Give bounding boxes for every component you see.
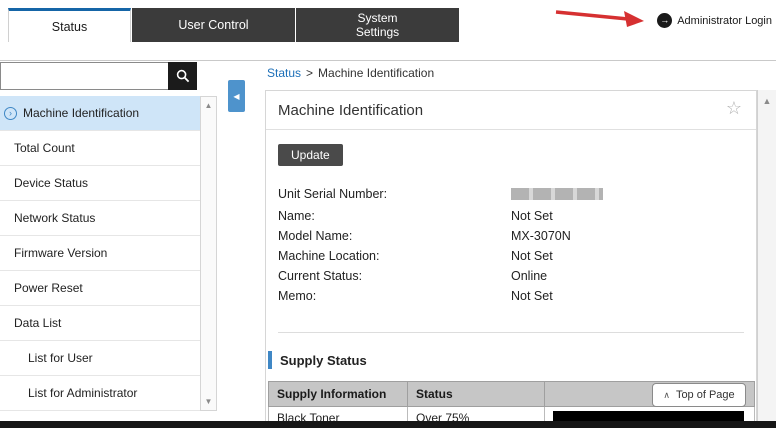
sidebar-item-label: Data List — [14, 316, 61, 330]
tab-status-label: Status — [52, 20, 87, 34]
login-icon: → — [657, 13, 672, 28]
sidebar-item-label: Total Count — [14, 141, 75, 155]
sidebar-item-firmware-version[interactable]: Firmware Version — [0, 236, 200, 271]
field-label: Machine Location: — [278, 246, 511, 266]
sidebar-item-power-reset[interactable]: Power Reset — [0, 271, 200, 306]
field-row: Name: Not Set — [278, 206, 744, 226]
sidebar-item-label: Firmware Version — [14, 246, 107, 260]
main-scrollbar[interactable]: ▲ — [757, 90, 776, 428]
sidebar-item-label: Network Status — [14, 211, 95, 225]
collapse-icon: ◀ — [233, 92, 239, 101]
admin-login-label: Administrator Login — [677, 15, 772, 27]
sidebar-item-device-status[interactable]: Device Status — [0, 166, 200, 201]
tab-user-control[interactable]: User Control — [132, 8, 295, 42]
sidebar-item-label: Device Status — [14, 176, 88, 190]
blue-accent-bar — [268, 351, 272, 369]
page-title: Machine Identification — [278, 102, 423, 119]
breadcrumb-status-link[interactable]: Status — [267, 66, 301, 80]
field-value: Online — [511, 266, 744, 286]
scroll-up-icon[interactable]: ▲ — [758, 96, 776, 106]
field-label: Memo: — [278, 286, 511, 306]
field-label: Current Status: — [278, 266, 511, 286]
machine-info-fields: Unit Serial Number: Name: Not Set Model … — [266, 176, 756, 306]
sidebar-menu: › Machine Identification Total Count Dev… — [0, 96, 200, 411]
bottom-black-bar — [0, 421, 776, 428]
tab-status[interactable]: Status — [8, 8, 131, 42]
breadcrumb: Status > Machine Identification — [267, 66, 434, 80]
sidebar-item-machine-identification[interactable]: › Machine Identification — [0, 96, 200, 131]
sidebar-item-data-list[interactable]: Data List — [0, 306, 200, 341]
supply-status-header: Supply Status — [268, 351, 756, 369]
search-button[interactable] — [168, 62, 197, 90]
search-input[interactable] — [0, 62, 169, 90]
column-header-status: Status — [408, 382, 545, 407]
app-window: Status User Control System Settings → Ad… — [0, 0, 776, 428]
sidebar-item-label: Machine Identification — [23, 106, 139, 120]
sidebar-item-label: List for Administrator — [28, 386, 137, 400]
sidebar-collapse-handle[interactable]: ◀ — [228, 80, 245, 112]
field-row: Model Name: MX-3070N — [278, 226, 744, 246]
field-value: Not Set — [511, 286, 744, 306]
field-label: Name: — [278, 206, 511, 226]
sidebar-item-list-for-administrator[interactable]: List for Administrator — [0, 376, 200, 411]
favorite-star-icon[interactable]: ☆ — [726, 98, 742, 119]
sidebar-item-total-count[interactable]: Total Count — [0, 131, 200, 166]
field-row: Unit Serial Number: — [278, 184, 744, 206]
panel-header: Machine Identification ☆ — [266, 91, 756, 130]
field-value: Not Set — [511, 246, 744, 266]
tab-user-control-label: User Control — [178, 18, 248, 32]
top-of-page-label: Top of Page — [676, 389, 735, 401]
header-divider — [0, 60, 776, 61]
chevron-up-icon: ∧ — [663, 390, 670, 401]
breadcrumb-separator: > — [306, 66, 313, 80]
field-label: Model Name: — [278, 226, 511, 246]
sidebar-item-label: Power Reset — [14, 281, 83, 295]
search-bar — [0, 62, 197, 90]
field-row: Memo: Not Set — [278, 286, 744, 306]
scroll-up-icon[interactable]: ▲ — [201, 101, 216, 110]
field-row: Machine Location: Not Set — [278, 246, 744, 266]
field-label: Unit Serial Number: — [278, 184, 511, 206]
field-value: Not Set — [511, 206, 744, 226]
sidebar-item-network-status[interactable]: Network Status — [0, 201, 200, 236]
tab-system-settings[interactable]: System Settings — [296, 8, 459, 42]
top-of-page-button[interactable]: ∧ Top of Page — [652, 383, 746, 407]
admin-login-button[interactable]: → Administrator Login — [657, 13, 772, 28]
annotation-red-arrow — [552, 6, 647, 30]
field-value — [511, 184, 744, 206]
sidebar-item-label: List for User — [28, 351, 93, 365]
field-row: Current Status: Online — [278, 266, 744, 286]
update-button[interactable]: Update — [278, 144, 343, 166]
sidebar-item-list-for-user[interactable]: List for User — [0, 341, 200, 376]
main-panel: Machine Identification ☆ Update Unit Ser… — [265, 90, 757, 428]
field-value: MX-3070N — [511, 226, 744, 246]
redacted-serial-number — [511, 188, 603, 200]
sidebar-scrollbar[interactable]: ▲ ▼ — [200, 96, 217, 411]
scroll-down-icon[interactable]: ▼ — [201, 397, 216, 406]
search-icon — [176, 69, 190, 83]
column-header-supply-information: Supply Information — [269, 382, 408, 407]
selected-item-icon: › — [4, 107, 17, 120]
breadcrumb-current: Machine Identification — [318, 66, 434, 80]
section-divider — [278, 332, 744, 333]
tab-system-settings-label: System Settings — [356, 11, 399, 40]
supply-status-title: Supply Status — [280, 353, 367, 368]
